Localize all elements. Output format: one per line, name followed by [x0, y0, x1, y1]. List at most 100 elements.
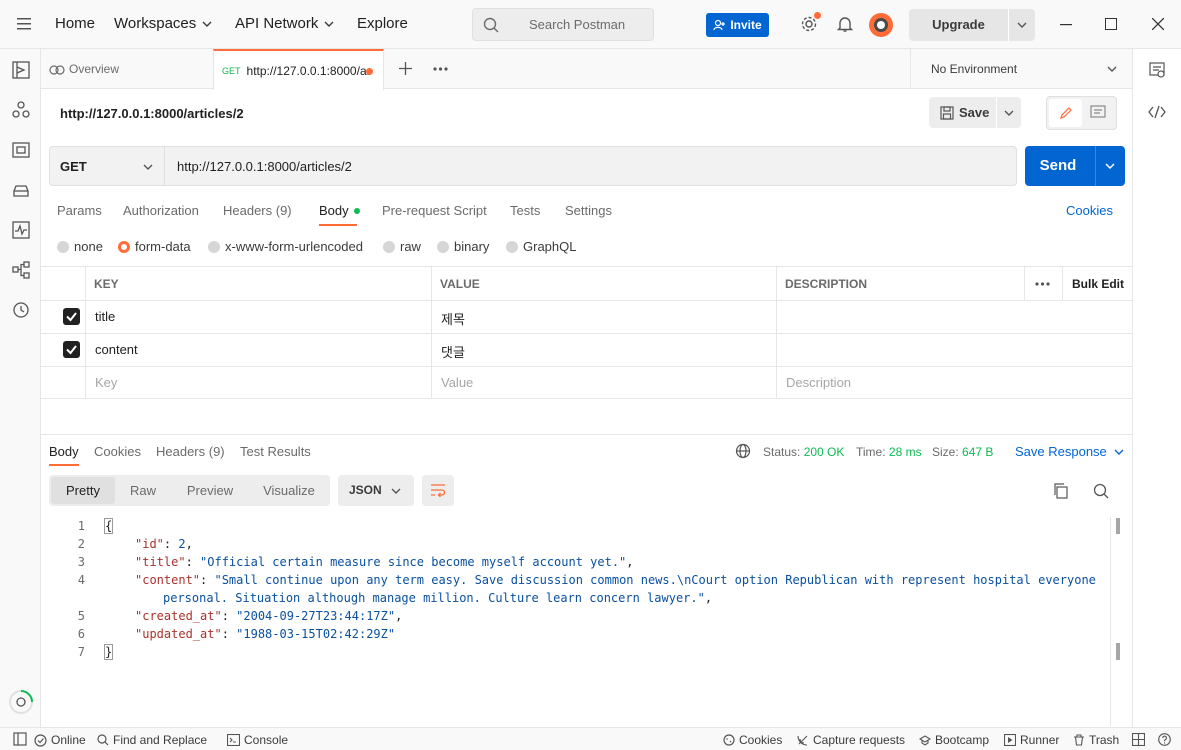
- tab-settings[interactable]: Settings: [565, 203, 612, 218]
- row-value-title[interactable]: 제목: [441, 309, 465, 328]
- row-key-title[interactable]: title: [95, 309, 115, 324]
- nav-explore[interactable]: Explore: [357, 15, 408, 32]
- environment-select[interactable]: No Environment: [910, 49, 1132, 89]
- mock-servers-icon[interactable]: [12, 181, 30, 199]
- comment-icon[interactable]: [1090, 105, 1106, 121]
- trash-button[interactable]: Trash: [1073, 733, 1119, 747]
- collections-icon[interactable]: [12, 61, 30, 79]
- unsaved-dot: [366, 68, 373, 75]
- cookies-link[interactable]: Cookies: [1066, 203, 1113, 218]
- chevron-down-icon[interactable]: [1016, 19, 1028, 31]
- cookies-button[interactable]: Cookies: [723, 733, 782, 747]
- tab-bar: Overview GET http://127.0.0.1:8000/ar No…: [41, 49, 1132, 90]
- radio-graphql[interactable]: GraphQL: [506, 239, 576, 254]
- sync-status-icon[interactable]: [8, 689, 34, 715]
- url-input[interactable]: http://127.0.0.1:8000/articles/2: [177, 159, 352, 174]
- method-select[interactable]: GET: [50, 147, 165, 185]
- response-divider[interactable]: [41, 434, 1132, 435]
- search-input[interactable]: Search Postman: [472, 8, 654, 41]
- online-status[interactable]: Online: [34, 733, 86, 747]
- view-preview[interactable]: Preview: [173, 475, 247, 506]
- response-tab-cookies[interactable]: Cookies: [94, 444, 141, 459]
- satellite-icon: [797, 735, 808, 746]
- capture-requests-button[interactable]: Capture requests: [797, 733, 905, 747]
- toggle-sidebar-icon[interactable]: [13, 732, 27, 746]
- radio-x-www-form-urlencoded[interactable]: x-www-form-urlencoded: [208, 239, 363, 254]
- more-tabs-icon[interactable]: [433, 67, 448, 71]
- bulk-edit-button[interactable]: Bulk Edit: [1072, 277, 1124, 291]
- tab-body[interactable]: Body: [319, 203, 360, 226]
- radio-raw[interactable]: raw: [383, 239, 421, 254]
- nav-api-network[interactable]: API Network: [235, 15, 334, 32]
- time-label: Time:: [856, 445, 886, 459]
- row-value-content[interactable]: 댓글: [441, 342, 465, 361]
- radio-binary-label: binary: [454, 239, 490, 254]
- save-response-button[interactable]: Save Response: [1015, 444, 1124, 459]
- edit-mode-button[interactable]: [1049, 99, 1082, 127]
- response-tab-body[interactable]: Body: [49, 444, 79, 466]
- runner-button[interactable]: Runner: [1004, 733, 1059, 747]
- view-visualize[interactable]: Visualize: [255, 475, 323, 506]
- request-name[interactable]: http://127.0.0.1:8000/articles/2: [60, 106, 244, 121]
- view-pretty[interactable]: Pretty: [51, 477, 115, 504]
- apis-icon[interactable]: [12, 101, 30, 119]
- tab-overview[interactable]: Overview: [49, 49, 119, 89]
- help-icon[interactable]: [1158, 733, 1171, 746]
- tab-pre-request-script[interactable]: Pre-request Script: [382, 203, 487, 218]
- bell-icon[interactable]: [837, 15, 853, 33]
- settings-gear-icon[interactable]: [800, 12, 821, 33]
- new-value-input[interactable]: Value: [441, 375, 473, 390]
- invite-button[interactable]: Invite: [706, 13, 769, 37]
- upgrade-button[interactable]: Upgrade: [909, 9, 1035, 41]
- radio-circle-selected: [118, 240, 130, 253]
- send-button[interactable]: Send: [1025, 146, 1125, 186]
- response-tab-headers[interactable]: Headers (9): [156, 444, 225, 459]
- find-replace-button[interactable]: Find and Replace: [97, 733, 207, 747]
- view-raw[interactable]: Raw: [119, 475, 167, 506]
- close-icon[interactable]: [1152, 18, 1164, 30]
- tab-params[interactable]: Params: [57, 203, 102, 218]
- menu-icon[interactable]: [17, 18, 31, 30]
- bootcamp-button[interactable]: Bootcamp: [919, 733, 989, 747]
- tab-tests[interactable]: Tests: [510, 203, 540, 218]
- code-icon[interactable]: [1148, 105, 1166, 119]
- radio-none[interactable]: none: [57, 239, 103, 254]
- environments-icon[interactable]: [12, 141, 30, 159]
- code-scrollbar[interactable]: [1110, 517, 1121, 726]
- response-tab-test-results[interactable]: Test Results: [240, 444, 311, 459]
- wrap-lines-button[interactable]: [422, 475, 454, 506]
- minimize-icon[interactable]: [1060, 24, 1072, 26]
- maximize-icon[interactable]: [1105, 18, 1117, 30]
- tab-headers[interactable]: Headers (9): [223, 203, 292, 218]
- row-key-content[interactable]: content: [95, 342, 138, 357]
- chevron-down-icon[interactable]: [1104, 160, 1116, 172]
- history-icon[interactable]: [12, 301, 30, 319]
- new-key-input[interactable]: Key: [95, 375, 117, 390]
- search-response-icon[interactable]: [1093, 483, 1109, 499]
- format-select[interactable]: JSON: [338, 475, 414, 506]
- checkmark-icon: [66, 345, 77, 355]
- layout-icon[interactable]: [1132, 733, 1145, 746]
- globe-icon[interactable]: [735, 443, 751, 459]
- more-options-icon[interactable]: [1035, 282, 1050, 286]
- tab-authorization[interactable]: Authorization: [123, 203, 199, 218]
- response-body-code[interactable]: 1 2 3 4 5 6 7 { "id": 2, "title": "Offic…: [49, 517, 1111, 726]
- radio-form-data[interactable]: form-data: [118, 239, 191, 254]
- row-checkbox[interactable]: [63, 341, 80, 358]
- chevron-down-icon[interactable]: [1003, 107, 1015, 119]
- nav-workspaces[interactable]: Workspaces: [114, 15, 212, 32]
- flows-icon[interactable]: [12, 261, 30, 279]
- environment-quick-look-icon[interactable]: [1149, 62, 1165, 78]
- avatar[interactable]: [869, 13, 893, 37]
- tab-request-active[interactable]: GET http://127.0.0.1:8000/ar: [213, 49, 384, 90]
- console-button[interactable]: Console: [227, 733, 288, 747]
- view-mode-toggle[interactable]: [1046, 96, 1117, 130]
- row-checkbox[interactable]: [63, 308, 80, 325]
- copy-icon[interactable]: [1053, 483, 1069, 499]
- radio-binary[interactable]: binary: [437, 239, 489, 254]
- monitors-icon[interactable]: [12, 221, 30, 239]
- new-tab-plus-icon[interactable]: [399, 62, 412, 75]
- new-description-input[interactable]: Description: [786, 375, 851, 390]
- nav-home[interactable]: Home: [55, 15, 95, 32]
- save-button[interactable]: Save: [929, 97, 1021, 128]
